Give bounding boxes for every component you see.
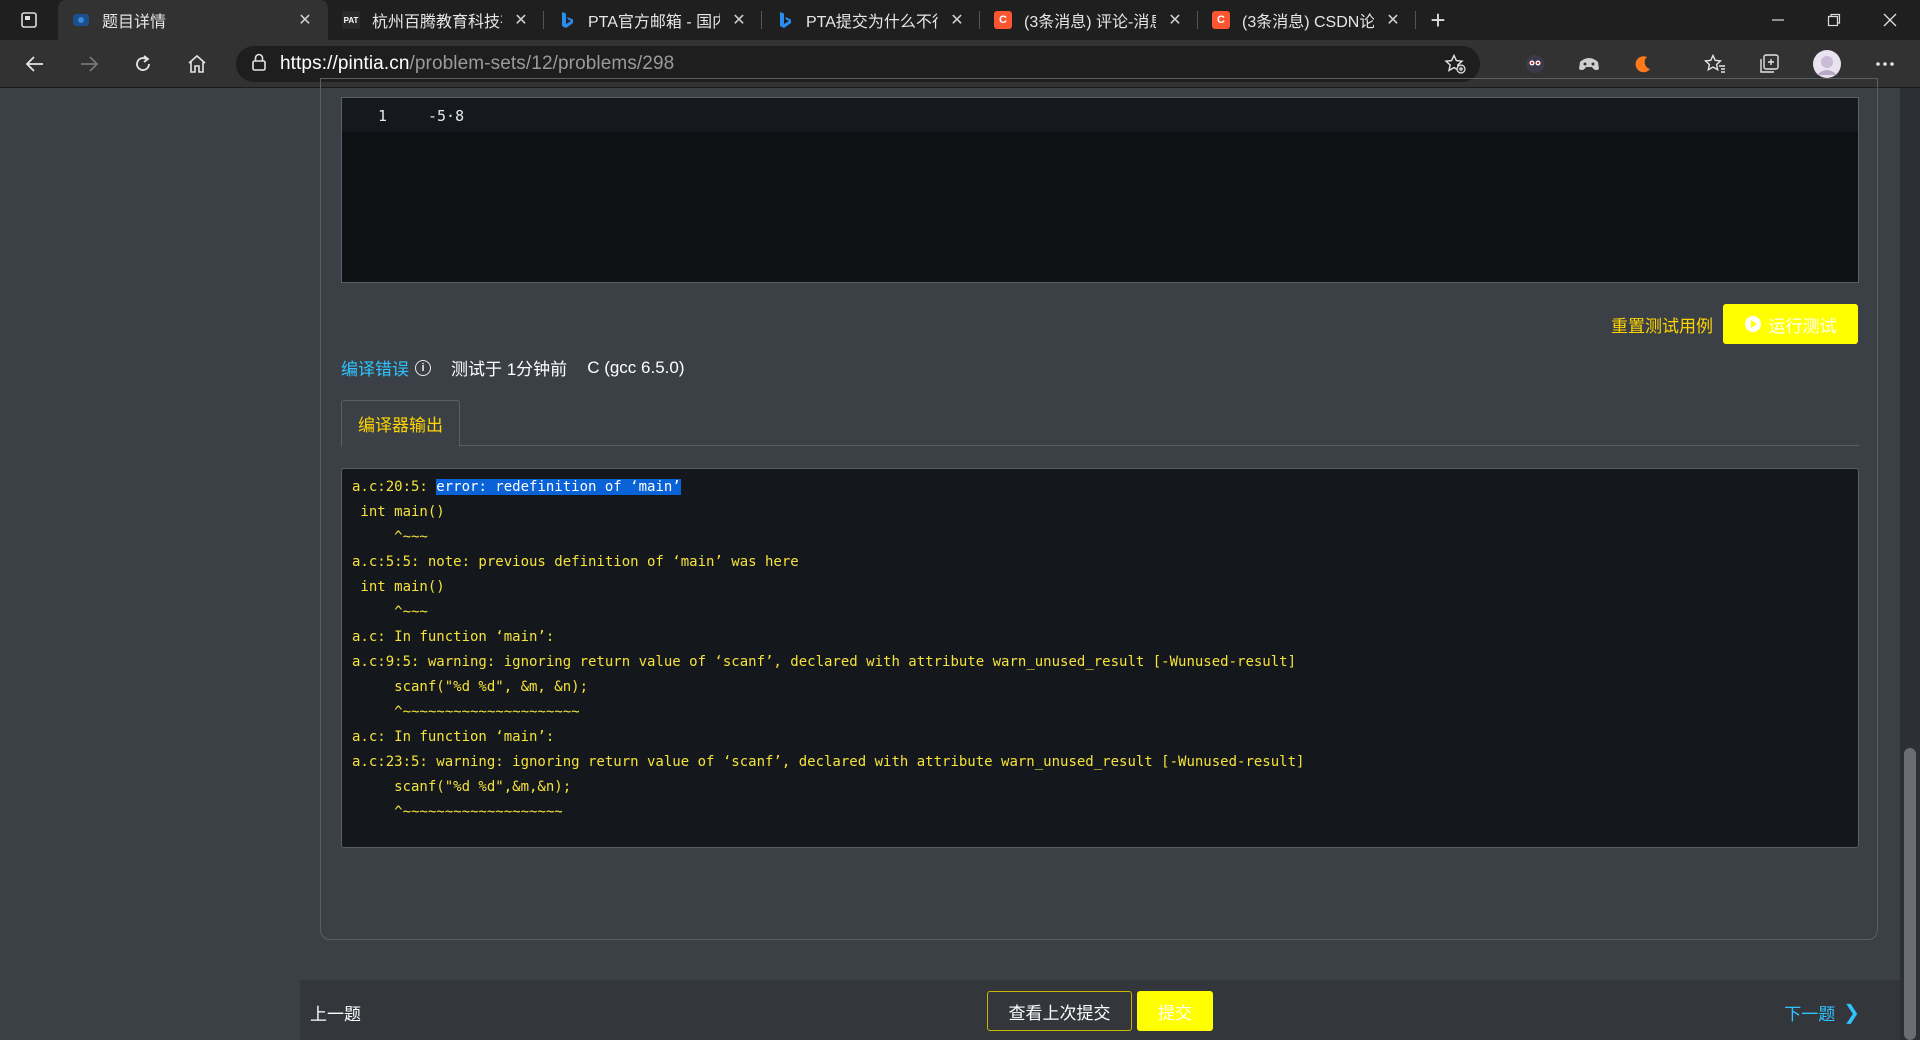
close-window-icon[interactable] <box>1862 0 1918 40</box>
output-line: a.c:5:5: note: previous definition of ‘m… <box>352 554 799 570</box>
home-icon[interactable] <box>170 40 224 88</box>
lock-icon[interactable] <box>252 53 266 76</box>
test-time: 测试于 1分钟前 <box>451 360 568 379</box>
minimize-icon[interactable] <box>1750 0 1806 40</box>
pintia-icon <box>72 11 90 29</box>
csdn-icon: C <box>1212 11 1230 29</box>
browser-tab-problem[interactable]: 题目详情 ✕ <box>58 0 328 40</box>
output-prefix: a.c:20:5: <box>352 479 437 495</box>
tab-title: 题目详情 <box>102 14 167 31</box>
tab-compiler-output[interactable]: 编译器输出 <box>341 400 460 447</box>
output-tabs: 编译器输出 <box>341 400 1859 447</box>
output-line: a.c: In function ‘main’: <box>352 629 555 645</box>
bing-icon <box>776 11 794 29</box>
back-arrow-icon[interactable] <box>8 40 62 88</box>
compiler-language: C (gcc 6.5.0) <box>587 357 685 377</box>
compiler-output: a.c:20:5: error: redefinition of ‘main’ … <box>341 468 1859 848</box>
compile-error-status[interactable]: 编译错误 <box>341 355 409 380</box>
test-actions: 重置测试用例 运行测试 <box>1611 304 1858 344</box>
forward-arrow-icon[interactable] <box>62 40 116 88</box>
browser-tab-company[interactable]: PAT 杭州百腾教育科技有限公司 ✕ <box>328 0 544 40</box>
browser-tab-bar: 题目详情 ✕ PAT 杭州百腾教育科技有限公司 ✕ PTA官方邮箱 - 国内版 … <box>0 0 1920 40</box>
line-number: 1 <box>378 107 388 125</box>
output-line: a.c:20:5: error: redefinition of ‘main’ <box>352 477 1848 502</box>
browser-tab-csdn-comments[interactable]: C (3条消息) 评论-消息-CSDN ✕ <box>980 0 1198 40</box>
result-status: 编译错误 i 测试于 1分钟前 C (gcc 6.5.0) <box>341 355 685 380</box>
tab-title: (3条消息) CSDN论坛-IT技术 <box>1242 14 1374 31</box>
next-problem-label: 下一题 <box>1784 1005 1836 1024</box>
tab-title: (3条消息) 评论-消息-CSDN <box>1024 14 1156 31</box>
csdn-icon: C <box>994 11 1012 29</box>
new-tab-button[interactable]: + <box>1416 0 1460 40</box>
bing-icon <box>558 11 576 29</box>
output-line: ^~~~~~~~~~~~~~~~~~~~ <box>352 804 563 820</box>
tab-title: PTA提交为什么不行 - 国内版 <box>806 14 938 31</box>
refresh-icon[interactable] <box>116 40 170 88</box>
close-tab-icon[interactable]: ✕ <box>512 10 530 30</box>
page-scrollbar[interactable] <box>1900 88 1920 1040</box>
info-icon[interactable]: i <box>415 359 431 376</box>
play-icon <box>1744 316 1761 332</box>
view-last-submission-button[interactable]: 查看上次提交 <box>987 991 1132 1031</box>
close-tab-icon[interactable]: ✕ <box>730 10 748 30</box>
scrollbar-thumb[interactable] <box>1904 748 1916 1040</box>
tab-title: PTA官方邮箱 - 国内版 Bing <box>588 14 720 31</box>
close-tab-icon[interactable]: ✕ <box>1384 10 1402 30</box>
tab-title: 杭州百腾教育科技有限公司 <box>372 14 502 31</box>
output-line: ^~~~ <box>352 529 428 545</box>
output-line: ^~~~~~~~~~~~~~~~~~~~~~ <box>352 704 580 720</box>
url-text: https://pintia.cn/problem-sets/12/proble… <box>280 53 674 75</box>
add-favorite-icon[interactable] <box>1444 53 1466 79</box>
chevron-right-icon: ❯ <box>1843 1002 1860 1024</box>
output-line: a.c: In function ‘main’: <box>352 729 555 745</box>
run-test-button[interactable]: 运行测试 <box>1723 304 1858 344</box>
restore-icon[interactable] <box>1806 0 1862 40</box>
url-host: https://pintia.cn <box>280 53 410 74</box>
run-test-label: 运行测试 <box>1768 316 1837 336</box>
browser-tab-bing-submit[interactable]: PTA提交为什么不行 - 国内版 ✕ <box>762 0 980 40</box>
close-tab-icon[interactable]: ✕ <box>1166 10 1184 30</box>
output-line: a.c:23:5: warning: ignoring return value… <box>352 754 1305 770</box>
output-line: int main() <box>352 504 445 520</box>
browser-tab-bing-mail[interactable]: PTA官方邮箱 - 国内版 Bing ✕ <box>544 0 762 40</box>
test-input-editor[interactable]: 1 -5·8 <box>341 97 1859 283</box>
output-line: scanf("%d %d",&m,&n); <box>352 779 572 795</box>
next-problem-link[interactable]: 下一题 ❯ <box>1784 1000 1860 1025</box>
output-line: scanf("%d %d", &m, &n); <box>352 679 589 695</box>
browser-tab-csdn-forum[interactable]: C (3条消息) CSDN论坛-IT技术 ✕ <box>1198 0 1416 40</box>
tab-actions-icon[interactable] <box>0 0 58 40</box>
previous-problem-link[interactable]: 上一题 <box>310 1000 361 1025</box>
close-tab-icon[interactable]: ✕ <box>948 10 966 30</box>
output-line: ^~~~ <box>352 604 428 620</box>
editor-line[interactable]: 1 -5·8 <box>342 98 1858 132</box>
output-line: int main() <box>352 579 445 595</box>
address-bar[interactable]: https://pintia.cn/problem-sets/12/proble… <box>236 46 1480 82</box>
selected-error-text: error: redefinition of ‘main’ <box>436 479 681 495</box>
page-content: 1 -5·8 重置测试用例 运行测试 编译错误 i 测试于 1分钟前 C (gc… <box>0 78 1920 1040</box>
reset-testcase-link[interactable]: 重置测试用例 <box>1611 312 1713 337</box>
close-tab-icon[interactable]: ✕ <box>296 10 314 30</box>
submit-button[interactable]: 提交 <box>1137 991 1213 1031</box>
url-path: /problem-sets/12/problems/298 <box>409 53 675 74</box>
pat-icon: PAT <box>342 11 360 29</box>
editor-code[interactable]: -5·8 <box>428 107 464 125</box>
output-line: a.c:9:5: warning: ignoring return value … <box>352 654 1297 670</box>
